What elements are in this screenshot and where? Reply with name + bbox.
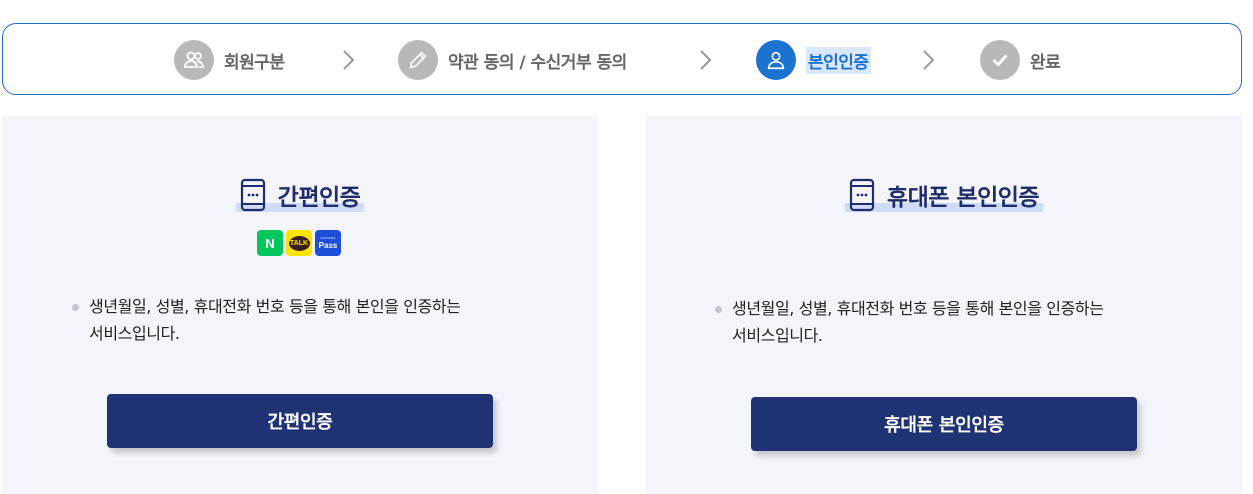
- simple-auth-button[interactable]: 간편인증: [107, 394, 493, 448]
- phone-auth-button[interactable]: 휴대폰 본인인증: [751, 397, 1137, 451]
- provider-logos: N TALK SAMSUNG Pass: [257, 230, 341, 256]
- mobile-phone-icon: [240, 178, 265, 212]
- bullet-icon: [715, 306, 722, 313]
- users-icon: [174, 40, 214, 80]
- kakao-logo-icon: TALK: [286, 230, 312, 256]
- check-icon: [980, 40, 1020, 80]
- step-terms-agreement: 약관 동의 / 수신거부 동의: [398, 40, 627, 80]
- simple-auth-title-text: 간편인증: [277, 185, 361, 211]
- simple-auth-panel: 간편인증 N TALK SAMSUNG Pass 생년월일, 성별, 휴대전화 …: [2, 115, 598, 494]
- phone-auth-description: 생년월일, 성별, 휴대전화 번호 등을 통해 본인을 인증하는 서비스입니다.: [715, 295, 1104, 349]
- step-label: 완료: [1030, 52, 1061, 73]
- mobile-phone-icon: [849, 178, 875, 212]
- step-complete: 완료: [980, 40, 1061, 80]
- chevron-right-icon: [700, 50, 712, 70]
- step-label: 본인인증: [806, 46, 871, 74]
- naver-logo-icon: N: [257, 230, 283, 256]
- simple-auth-description: 생년월일, 성별, 휴대전화 번호 등을 통해 본인을 인증하는 서비스입니다.: [72, 293, 461, 347]
- phone-auth-panel: 휴대폰 본인인증 생년월일, 성별, 휴대전화 번호 등을 통해 본인을 인증하…: [646, 115, 1242, 494]
- chevron-right-icon: [923, 50, 935, 70]
- step-label: 회원구분: [224, 52, 285, 73]
- bullet-icon: [72, 304, 79, 311]
- pencil-icon: [398, 40, 438, 80]
- pass-logo-icon: SAMSUNG Pass: [315, 230, 341, 256]
- step-member-type: 회원구분: [174, 40, 285, 80]
- simple-auth-title: 간편인증: [235, 177, 365, 213]
- phone-auth-title: 휴대폰 본인인증: [844, 177, 1044, 213]
- step-identity-verification: 본인인증: [756, 40, 871, 80]
- step-label: 약관 동의 / 수신거부 동의: [448, 52, 627, 73]
- progress-stepper: 회원구분 약관 동의 / 수신거부 동의 본인인증 완료: [2, 23, 1242, 95]
- phone-auth-title-text: 휴대폰 본인인증: [886, 185, 1040, 211]
- chevron-right-icon: [343, 50, 355, 70]
- user-icon: [756, 40, 796, 80]
